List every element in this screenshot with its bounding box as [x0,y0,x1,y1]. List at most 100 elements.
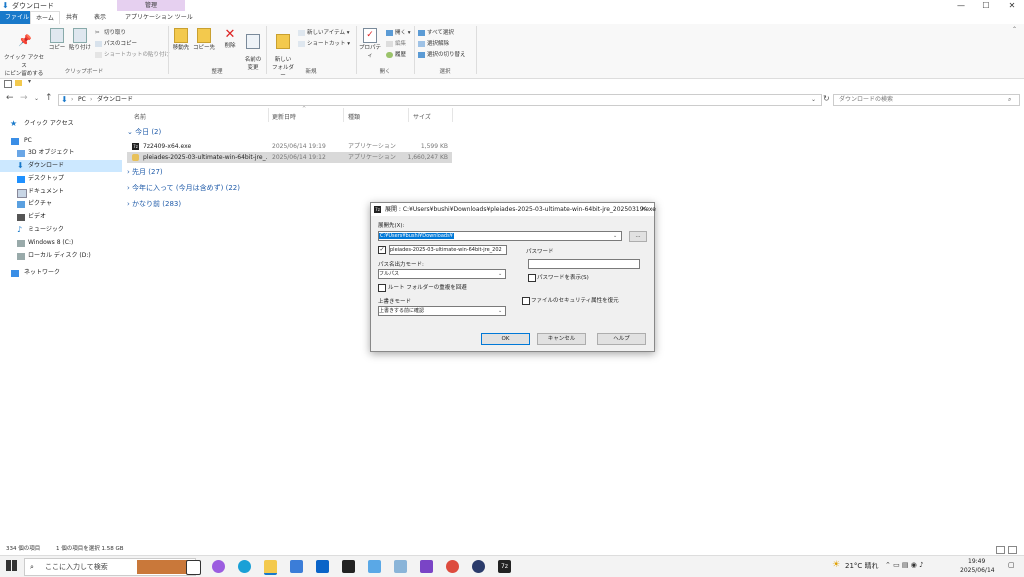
dest-combobox[interactable]: C:¥Users¥bushi¥Downloads¥ ⌄ [378,231,622,241]
group-today[interactable]: ⌄ 今日 (2) [127,127,161,137]
properties-small-icon[interactable] [4,80,12,88]
rename-button[interactable]: 名前の 変更 [242,28,264,71]
nav-local-d[interactable]: ローカル ディスク (D:) [0,250,122,262]
clock-date[interactable]: 2025/06/14 [960,567,995,574]
column-size[interactable]: サイズ [413,112,431,121]
forward-arrow-icon[interactable]: → [20,93,28,103]
restore-security-checkbox[interactable] [522,297,530,305]
collapse-ribbon-icon[interactable]: ⌃ [1012,26,1017,33]
ok-button[interactable]: OK [481,333,530,345]
path-mode-select[interactable]: フルパス ⌄ [378,269,506,279]
edge-icon[interactable] [238,560,251,573]
invert-selection-button[interactable]: 選択の切り替え [418,50,466,58]
nav-pc[interactable]: PC [0,135,122,147]
up-arrow-icon[interactable]: ↑ [45,93,53,103]
visual-studio-icon[interactable] [420,560,433,573]
move-to-button[interactable]: 移動先 [172,28,190,51]
nav-3d-objects[interactable]: 3D オブジェクト [0,147,122,159]
details-view-icon[interactable] [996,546,1005,554]
app-icon[interactable] [394,560,407,573]
address-dropdown-icon[interactable]: ⌄ [811,95,816,105]
copy-button[interactable]: コピー [48,28,66,51]
new-item-button[interactable]: 新しいアイテム ▾ [298,28,349,36]
history-button[interactable]: 履歴 [386,50,406,58]
group-this-year[interactable]: › 今年に入って (今月は含めず) (22) [127,183,240,193]
explorer-icon[interactable] [264,560,277,575]
invert-selection-icon [418,51,425,58]
file-row[interactable]: pleiades-2025-03-ultimate-win-64bit-jre_… [127,152,452,163]
folder-name-input[interactable]: pleiades-2025-03-ultimate-win-64bit-jre_… [389,245,507,255]
breadcrumb-pc[interactable]: PC [78,95,86,105]
cancel-button[interactable]: キャンセル [537,333,586,345]
taskbar-search[interactable]: ⌕ ここに入力して検索 [24,558,196,576]
eliminate-root-checkbox[interactable] [378,284,386,292]
app-icon[interactable] [368,560,381,573]
recent-dropdown-icon[interactable]: ⌄ [34,95,39,102]
weather-text[interactable]: 21°C 晴れ [845,561,879,571]
chrome-icon[interactable] [446,560,459,573]
nav-network[interactable]: ネットワーク [0,267,122,279]
refresh-icon[interactable]: ↻ [823,94,830,103]
large-icons-view-icon[interactable] [1008,546,1017,554]
overwrite-select[interactable]: 上書きする前に確認 ⌄ [378,306,506,316]
7zip-icon[interactable]: 7z [498,560,511,573]
windows-start-icon[interactable] [6,560,17,571]
column-type[interactable]: 種類 [348,112,360,121]
copy-path-button[interactable]: パスのコピー [95,39,137,47]
nav-desktop[interactable]: デスクトップ [0,173,122,185]
nav-music[interactable]: ♪ ミュージック [0,224,122,236]
search-box[interactable]: ダウンロードの検索 ⌕ [833,94,1020,106]
properties-button[interactable]: ✓ プロパティ [358,28,382,59]
file-size: 1,660,247 KB [407,154,449,161]
paste-button[interactable]: 貼り付け [68,28,92,51]
breadcrumb-downloads[interactable]: ダウンロード [97,95,133,105]
show-password-checkbox[interactable] [528,274,536,282]
nav-videos[interactable]: ビデオ [0,211,122,223]
new-folder-small-icon[interactable] [15,80,22,86]
nav-quick-access[interactable]: ★ クイック アクセス [0,118,122,130]
cut-button[interactable]: ✂ 切り取り [95,28,126,37]
group-last-month[interactable]: › 先月 (27) [127,167,163,177]
maximize-button[interactable]: ☐ [977,0,995,11]
password-input[interactable] [528,259,640,269]
column-name[interactable]: 名前 [134,112,146,121]
clock-time[interactable]: 19:49 [968,558,985,565]
nav-documents[interactable]: ドキュメント [0,186,122,198]
outlook-icon[interactable] [316,560,329,573]
nav-pictures[interactable]: ピクチャ [0,198,122,210]
copy-to-button[interactable]: コピー先 [193,28,215,51]
task-view-icon[interactable] [186,560,201,575]
notification-icon[interactable]: ▢ [1008,561,1015,569]
browse-button[interactable]: ... [629,231,647,242]
terminal-icon[interactable] [342,560,355,573]
minimize-button[interactable]: — [952,0,970,11]
tab-view[interactable]: 表示 [89,11,111,24]
tab-file[interactable]: ファイル [0,11,35,24]
help-button[interactable]: ヘルプ [597,333,646,345]
tab-application-tools[interactable]: アプリケーション ツール [120,11,198,24]
app-icon[interactable] [472,560,485,573]
shortcut-button[interactable]: ショートカット ▾ [298,39,350,47]
edit-button[interactable]: 編集 [386,39,406,47]
store-icon[interactable] [290,560,303,573]
nav-downloads[interactable]: ⬇ ダウンロード [0,160,122,172]
tray-icons[interactable]: ⌃ ▭ ▤ ◉ ♪ [885,561,924,569]
folder-checkbox[interactable]: ✓ [378,246,386,254]
delete-button[interactable]: ✕ 削除 [221,28,239,49]
copilot-icon[interactable] [212,560,225,573]
group-long-ago[interactable]: › かなり前 (283) [127,199,181,209]
open-button[interactable]: 開く ▾ [386,28,411,36]
address-bar[interactable]: ⬇ › PC › ダウンロード ⌄ [58,94,822,106]
column-date[interactable]: 更新日時 [272,112,296,121]
select-none-button[interactable]: 選択解除 [418,39,449,47]
customize-qat-icon[interactable]: ▾ [28,78,31,85]
nav-windows-c[interactable]: Windows 8 (C:) [0,237,122,249]
back-arrow-icon[interactable]: ← [6,93,14,103]
tab-share[interactable]: 共有 [61,11,83,24]
eliminate-root-label: ルート フォルダーの重複を回避 [388,285,467,291]
close-button[interactable]: ✕ [1003,0,1021,11]
file-row[interactable]: 7z 7z2409-x64.exe 2025/06/14 19:19 アプリケー… [127,141,452,152]
dialog-close-button[interactable]: ✕ [641,203,647,216]
paste-shortcut-button[interactable]: ショートカットの貼り付け [95,50,170,58]
select-all-button[interactable]: すべて選択 [418,28,454,36]
